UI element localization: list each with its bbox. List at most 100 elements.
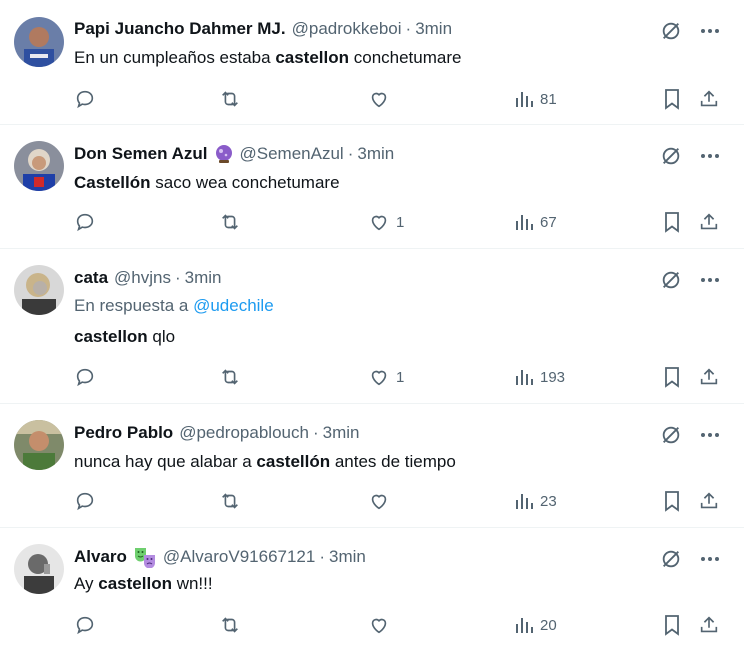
reply-context: En respuesta a @udechile (74, 296, 274, 316)
display-name[interactable]: Papi Juancho Dahmer MJ. (74, 19, 286, 39)
more-options-icon[interactable] (700, 277, 720, 283)
like-button[interactable] (368, 612, 396, 638)
more-options-icon[interactable] (700, 432, 720, 438)
views-button[interactable]: 20 (514, 612, 557, 638)
tweet-text-highlight: castellón (256, 452, 331, 471)
grok-icon[interactable] (660, 269, 682, 291)
views-button[interactable]: 23 (514, 488, 557, 514)
tweet-text-highlight: castellon (275, 48, 350, 67)
display-name[interactable]: Pedro Pablo (74, 423, 173, 443)
tweet-text: nunca hay que alabar a castellón antes d… (74, 451, 456, 473)
reply-icon (76, 90, 94, 109)
avatar[interactable] (14, 141, 64, 191)
display-name[interactable]: Don Semen Azul (74, 144, 208, 164)
reply-button[interactable] (74, 364, 96, 390)
more-options-icon[interactable] (700, 153, 720, 159)
tweet-text: castellon qlo (74, 326, 175, 348)
views-button[interactable]: 81 (514, 86, 557, 112)
repost-button[interactable] (218, 612, 242, 638)
tweet-text-post: saco wea conchetumare (150, 173, 340, 192)
avatar[interactable] (14, 544, 64, 594)
grok-icon[interactable] (660, 548, 682, 570)
user-handle[interactable]: @pedropablouch (179, 423, 309, 443)
more-options-icon[interactable] (700, 28, 720, 34)
tweet-header: Don Semen Azul @SemenAzul · 3min (74, 143, 394, 165)
share-button[interactable] (698, 86, 720, 112)
timestamp[interactable]: 3min (329, 547, 366, 567)
tweet[interactable]: Alvaro @AlvaroV91667121 · 3min Ay castel… (0, 528, 744, 649)
tweet-text-post: wn!!! (171, 574, 213, 593)
separator-dot: · (312, 423, 319, 442)
reply-icon (76, 616, 94, 635)
views-button[interactable]: 67 (514, 209, 557, 235)
tweet-actions: 23 (74, 488, 724, 514)
reply-button[interactable] (74, 86, 96, 112)
repost-button[interactable] (218, 364, 242, 390)
reply-prefix: En respuesta a (74, 296, 194, 315)
tweet[interactable]: Don Semen Azul @SemenAzul · 3min Castell… (0, 125, 744, 249)
tweet[interactable]: Pedro Pablo @pedropablouch · 3min nunca … (0, 404, 744, 528)
views-icon (516, 92, 533, 107)
bookmark-button[interactable] (662, 86, 682, 112)
bookmark-button[interactable] (662, 209, 682, 235)
reply-mention-link[interactable]: @udechile (193, 296, 274, 315)
separator-dot: · (319, 547, 326, 566)
bookmark-button[interactable] (662, 364, 682, 390)
bookmark-button[interactable] (662, 612, 682, 638)
display-name[interactable]: cata (74, 268, 108, 288)
timestamp[interactable]: 3min (357, 144, 394, 164)
heart-icon (371, 494, 387, 510)
more-options-icon[interactable] (700, 556, 720, 562)
reply-icon (76, 368, 94, 387)
purple-orb-icon (214, 144, 234, 164)
separator-dot: · (174, 268, 181, 287)
timestamp[interactable]: 3min (415, 19, 452, 39)
tweet-top-actions (660, 424, 720, 446)
like-button[interactable]: 1 (368, 364, 404, 390)
repost-button[interactable] (218, 86, 242, 112)
user-handle[interactable]: @AlvaroV91667121 (163, 547, 315, 567)
tweet-actions: 1 67 (74, 209, 724, 235)
reply-button[interactable] (74, 209, 96, 235)
avatar[interactable] (14, 265, 64, 315)
display-name[interactable]: Alvaro (74, 547, 127, 567)
user-handle[interactable]: @padrokkeboi (292, 19, 402, 39)
share-button[interactable] (698, 612, 720, 638)
tweet-text: Castellón saco wea conchetumare (74, 172, 340, 194)
timestamp[interactable]: 3min (323, 423, 360, 443)
like-count: 1 (396, 368, 405, 386)
user-handle[interactable]: @hvjns (114, 268, 171, 288)
reply-button[interactable] (74, 488, 96, 514)
like-button[interactable]: 1 (368, 209, 404, 235)
like-button[interactable] (368, 86, 396, 112)
avatar[interactable] (14, 420, 64, 470)
share-button[interactable] (698, 488, 720, 514)
grok-icon[interactable] (660, 424, 682, 446)
tweet[interactable]: Papi Juancho Dahmer MJ. @padrokkeboi · 3… (0, 0, 744, 125)
grok-icon[interactable] (660, 20, 682, 42)
tweet-top-actions (660, 548, 720, 570)
bookmark-button[interactable] (662, 488, 682, 514)
tweet-header: Pedro Pablo @pedropablouch · 3min (74, 422, 359, 444)
tweet-actions: 1 193 (74, 364, 724, 390)
reply-button[interactable] (74, 612, 96, 638)
heart-icon (371, 370, 387, 386)
grok-icon[interactable] (660, 145, 682, 167)
separator-dot: · (405, 19, 412, 38)
bookmark-icon (665, 89, 679, 110)
user-handle[interactable]: @SemenAzul (240, 144, 344, 164)
repost-button[interactable] (218, 488, 242, 514)
tweet-text: Ay castellon wn!!! (74, 573, 213, 595)
tweet[interactable]: cata @hvjns · 3min En respuesta a @udech… (0, 249, 744, 404)
views-button[interactable]: 193 (514, 364, 565, 390)
share-icon (700, 492, 718, 509)
heart-icon (371, 618, 387, 634)
timestamp[interactable]: 3min (185, 268, 222, 288)
repost-button[interactable] (218, 209, 242, 235)
repost-icon (222, 493, 238, 509)
avatar[interactable] (14, 17, 64, 67)
like-count: 1 (396, 213, 405, 231)
like-button[interactable] (368, 488, 396, 514)
share-button[interactable] (698, 364, 720, 390)
share-button[interactable] (698, 209, 720, 235)
